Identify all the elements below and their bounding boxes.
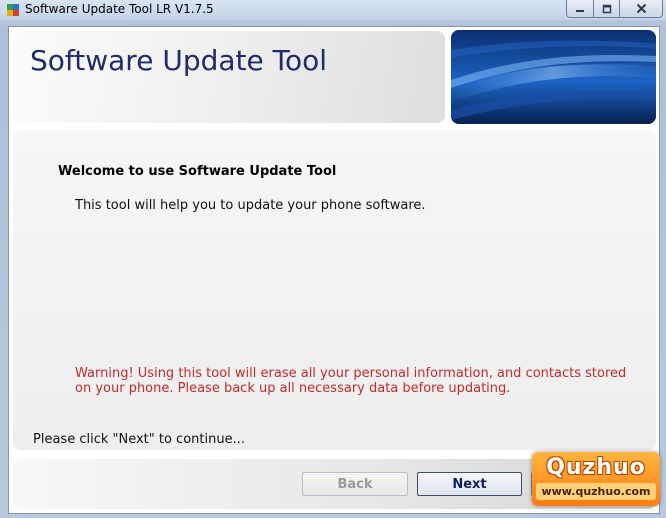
title-bar[interactable]: Software Update Tool LR V1.7.5 — [0, 0, 666, 20]
client-area: Software Update Tool Welcome to use Soft… — [8, 26, 660, 514]
welcome-heading: Welcome to use Software Update Tool — [58, 164, 337, 179]
wave-banner-graphic — [451, 30, 656, 124]
next-button[interactable]: Next — [417, 472, 522, 496]
header-banner-image — [451, 30, 656, 124]
watermark-logo: Quzhuo www.quzhuo.com — [532, 452, 660, 506]
watermark-logo-text: Quzhuo — [546, 455, 646, 480]
back-button[interactable]: Back — [302, 472, 408, 496]
watermark-url: www.quzhuo.com — [541, 485, 651, 498]
window-controls — [566, 0, 663, 18]
maximize-button[interactable] — [594, 0, 620, 18]
maximize-icon — [602, 4, 611, 13]
close-icon — [636, 3, 646, 14]
intro-text: This tool will help you to update your p… — [75, 198, 426, 213]
continue-hint: Please click "Next" to continue... — [33, 432, 245, 447]
window-title: Software Update Tool LR V1.7.5 — [25, 2, 214, 16]
app-window: Software Update Tool LR V1.7.5 Software … — [0, 0, 666, 518]
minimize-icon — [576, 9, 584, 12]
header-title: Software Update Tool — [30, 44, 328, 77]
close-button[interactable] — [620, 0, 663, 18]
minimize-button[interactable] — [566, 0, 594, 18]
content-panel: Welcome to use Software Update Tool This… — [13, 130, 656, 450]
header-panel: Software Update Tool — [13, 31, 445, 123]
app-icon — [7, 4, 19, 16]
warning-text: Warning! Using this tool will erase all … — [75, 366, 627, 396]
